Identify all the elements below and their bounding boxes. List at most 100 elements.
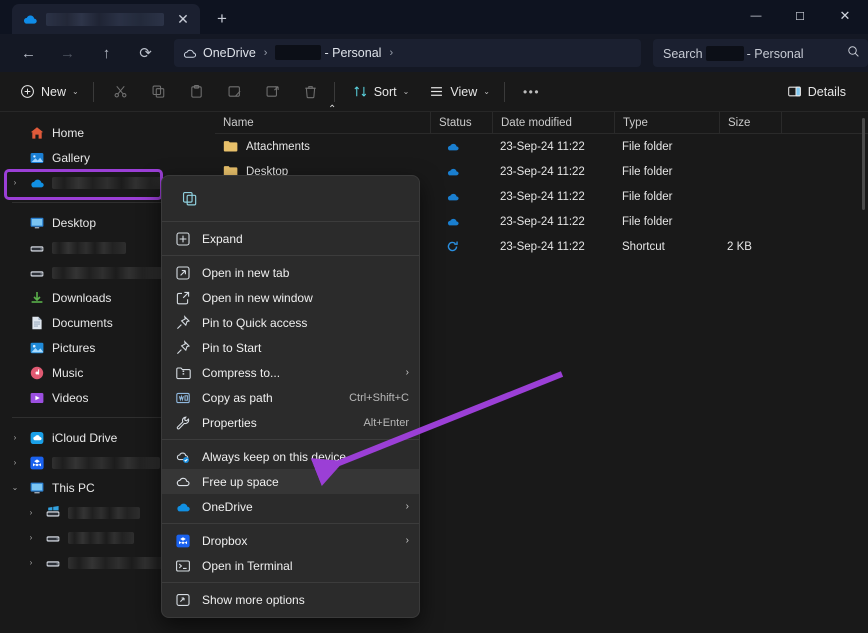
chevron-right-icon[interactable]: ›	[8, 458, 22, 467]
context-menu-item-always-keep-on-this-device[interactable]: Always keep on this device	[162, 444, 419, 469]
context-menu-item-open-in-new-window[interactable]: Open in new window	[162, 285, 419, 310]
search-name-redacted	[705, 45, 744, 61]
chevron-right-icon[interactable]: ›	[8, 293, 22, 302]
context-menu-item-properties[interactable]: Properties Alt+Enter	[162, 410, 419, 435]
delete-button[interactable]	[294, 77, 328, 107]
column-header-name[interactable]: Name ⌃	[215, 104, 430, 134]
refresh-button[interactable]: ⟳	[129, 38, 162, 68]
file-date-cell: 23-Sep-24 11:22	[500, 190, 585, 203]
search-icon[interactable]	[847, 45, 860, 61]
sidebar-item-gallery[interactable]: › Gallery	[0, 145, 215, 170]
context-menu-item-copy-as-path[interactable]: Copy as path Ctrl+Shift+C	[162, 385, 419, 410]
context-menu-item-expand[interactable]: Expand	[162, 226, 419, 251]
file-size-cell	[719, 209, 781, 234]
file-size-cell	[719, 159, 781, 184]
context-menu-item-pin-to-quick-access[interactable]: Pin to Quick access	[162, 310, 419, 335]
chevron-right-icon[interactable]: ›	[8, 218, 22, 227]
share-button[interactable]	[256, 77, 290, 107]
chevron-right-icon[interactable]: ›	[8, 343, 22, 352]
context-menu-item-compress-to[interactable]: Compress to... ›	[162, 360, 419, 385]
browser-tab-onedrive[interactable]: ✕	[12, 4, 200, 34]
file-explorer-window: ✕ + — ☐ ✕ ← → ↑ ⟳ OneDrive › - Personal …	[0, 0, 868, 633]
table-row[interactable]: Attachments 23-Sep-24 11:22 File folder	[215, 134, 868, 159]
music-icon	[29, 365, 45, 381]
back-button[interactable]: ←	[12, 38, 45, 68]
chevron-right-icon[interactable]: ›	[24, 508, 38, 517]
file-type-cell: File folder	[622, 215, 673, 228]
drive-icon	[29, 265, 45, 281]
context-menu-item-label: Free up space	[202, 474, 279, 489]
chevron-right-icon[interactable]: ›	[8, 393, 22, 402]
context-menu-item-pin-to-start[interactable]: Pin to Start	[162, 335, 419, 360]
chevron-right-icon[interactable]: ›	[8, 128, 22, 137]
context-menu-item-open-in-new-tab[interactable]: Open in new tab	[162, 260, 419, 285]
close-tab-icon[interactable]: ✕	[172, 8, 194, 30]
new-tab-button[interactable]: +	[210, 6, 234, 30]
chevron-right-icon[interactable]: ›	[8, 243, 22, 252]
context-menu-item-onedrive[interactable]: OneDrive ›	[162, 494, 419, 519]
chevron-right-icon[interactable]: ›	[8, 268, 22, 277]
paste-button[interactable]	[180, 77, 214, 107]
copy-icon[interactable]	[174, 185, 204, 213]
breadcrumb-root[interactable]: OneDrive	[203, 46, 256, 60]
chevron-right-icon[interactable]: ›	[8, 368, 22, 377]
new-button[interactable]: New ⌄	[12, 77, 87, 107]
title-bar: ✕ + — ☐ ✕	[0, 0, 868, 34]
up-button[interactable]: ↑	[90, 38, 123, 68]
chevron-down-icon[interactable]: ⌄	[8, 483, 22, 492]
new-button-label: New	[41, 84, 67, 99]
column-headers: Name ⌃ Status Date modified Type Size	[215, 104, 868, 134]
copy-button[interactable]	[142, 77, 176, 107]
chevron-right-icon[interactable]: ›	[8, 318, 22, 327]
context-menu: Expand Open in new tab Open in new window P…	[161, 175, 420, 618]
cloud-online-icon	[430, 134, 492, 159]
show-more-icon	[174, 591, 192, 609]
context-menu-item-open-in-terminal[interactable]: Open in Terminal	[162, 553, 419, 578]
pictures-icon	[29, 340, 45, 356]
share-icon	[266, 86, 279, 97]
context-menu-item-label: Open in Terminal	[202, 558, 293, 573]
sort-button[interactable]: Sort ⌄	[345, 77, 418, 107]
cut-button[interactable]	[104, 77, 138, 107]
more-options-button[interactable]: •••	[515, 77, 548, 107]
view-button[interactable]: View ⌄	[421, 77, 498, 107]
chevron-right-icon[interactable]: ›	[24, 558, 38, 567]
desktop-icon	[29, 215, 45, 231]
pin-icon	[174, 339, 192, 357]
chevron-right-icon[interactable]: ›	[8, 153, 22, 162]
context-menu-item-free-up-space[interactable]: Free up space	[162, 469, 419, 494]
sidebar-item-label	[52, 266, 162, 279]
rename-button[interactable]	[218, 77, 252, 107]
context-menu-item-dropbox[interactable]: Dropbox ›	[162, 528, 419, 553]
view-button-label: View	[450, 84, 478, 99]
context-menu-item-label: Dropbox	[202, 533, 248, 548]
breadcrumb[interactable]: OneDrive › - Personal ›	[174, 39, 641, 67]
context-menu-item-label: Show more options	[202, 592, 305, 607]
windrive-icon	[45, 505, 61, 521]
column-header-size[interactable]: Size	[719, 111, 781, 134]
file-type-cell: File folder	[622, 140, 673, 153]
column-header-extra[interactable]	[781, 111, 861, 134]
search-suffix: - Personal	[746, 46, 804, 61]
sidebar-item-home[interactable]: › Home	[0, 120, 215, 145]
file-name-cell: Attachments	[215, 134, 430, 159]
minimize-button[interactable]: —	[734, 0, 778, 32]
chevron-right-icon[interactable]: ›	[24, 533, 38, 542]
column-header-date-modified[interactable]: Date modified	[492, 111, 614, 134]
chevron-right-icon[interactable]: ›	[8, 433, 22, 442]
keep-on-device-icon	[174, 448, 192, 466]
column-header-type[interactable]: Type	[614, 111, 719, 134]
details-pane-button[interactable]: Details	[779, 77, 854, 107]
drive-icon	[45, 530, 61, 546]
breadcrumb-account[interactable]: - Personal	[275, 44, 381, 62]
maximize-button[interactable]: ☐	[778, 0, 822, 32]
breadcrumb-trailing-separator-icon[interactable]: ›	[387, 47, 395, 59]
close-window-button[interactable]: ✕	[822, 0, 868, 32]
search-input[interactable]: Search - Personal	[653, 39, 868, 67]
column-header-status[interactable]: Status	[430, 111, 492, 134]
chevron-right-icon[interactable]: ›	[8, 178, 22, 187]
forward-button[interactable]: →	[51, 38, 84, 68]
context-menu-item-show-more-options[interactable]: Show more options	[162, 587, 419, 612]
file-date-cell: 23-Sep-24 11:22	[500, 240, 585, 253]
new-tab-icon	[174, 264, 192, 282]
